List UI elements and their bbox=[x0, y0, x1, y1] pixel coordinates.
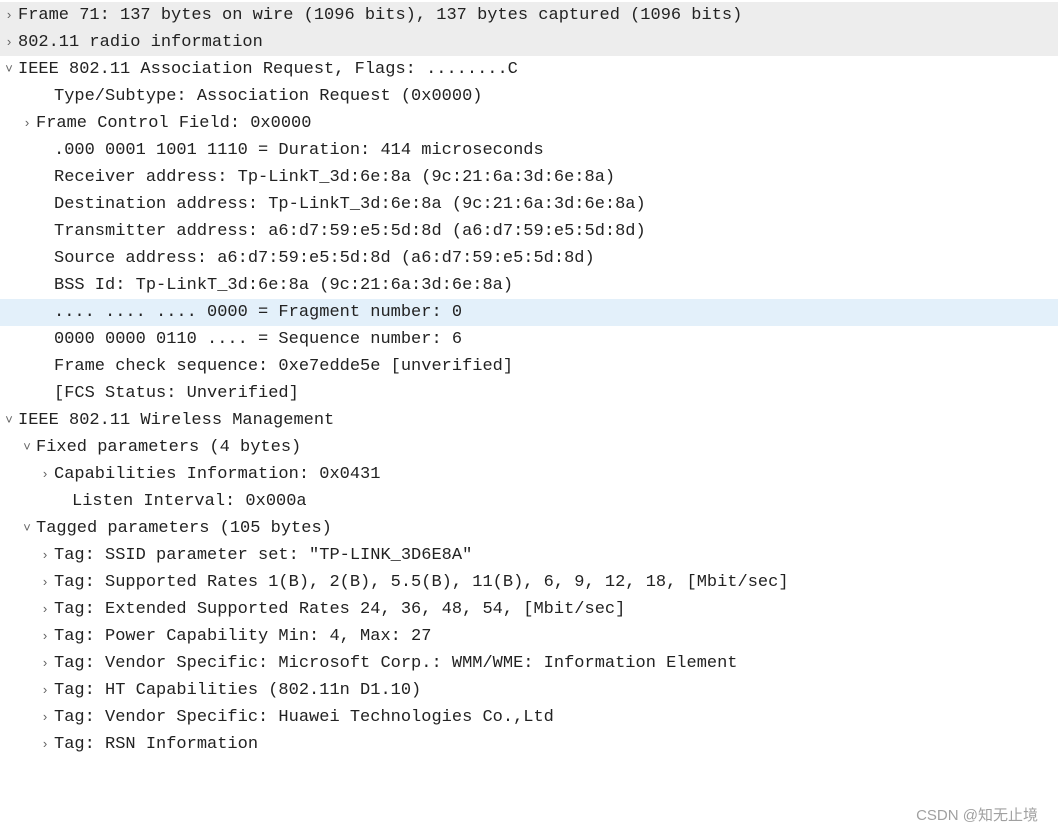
tree-row[interactable]: ˅Fixed parameters (4 bytes) bbox=[0, 434, 1058, 461]
tree-row-label: Frame check sequence: 0xe7edde5e [unveri… bbox=[54, 353, 1058, 380]
tree-row[interactable]: ›Tag: RSN Information bbox=[0, 731, 1058, 758]
collapse-icon[interactable]: ˅ bbox=[0, 407, 18, 434]
gutter-empty bbox=[54, 488, 72, 515]
tree-row-label: Tag: Vendor Specific: Microsoft Corp.: W… bbox=[54, 650, 1058, 677]
collapse-icon[interactable]: ˅ bbox=[0, 56, 18, 83]
tree-row[interactable]: ›Tag: Extended Supported Rates 24, 36, 4… bbox=[0, 596, 1058, 623]
tree-row-label: Type/Subtype: Association Request (0x000… bbox=[54, 83, 1058, 110]
tree-row[interactable]: Source address: a6:d7:59:e5:5d:8d (a6:d7… bbox=[0, 245, 1058, 272]
tree-row[interactable]: BSS Id: Tp-LinkT_3d:6e:8a (9c:21:6a:3d:6… bbox=[0, 272, 1058, 299]
tree-row[interactable]: ˅IEEE 802.11 Wireless Management bbox=[0, 407, 1058, 434]
tree-row-label: Tag: Extended Supported Rates 24, 36, 48… bbox=[54, 596, 1058, 623]
tree-row[interactable]: Listen Interval: 0x000a bbox=[0, 488, 1058, 515]
gutter-empty bbox=[36, 83, 54, 110]
tree-row-label: Fixed parameters (4 bytes) bbox=[36, 434, 1058, 461]
tree-row[interactable]: Destination address: Tp-LinkT_3d:6e:8a (… bbox=[0, 191, 1058, 218]
expand-icon[interactable]: › bbox=[18, 110, 36, 137]
gutter-empty bbox=[36, 137, 54, 164]
tree-row[interactable]: Type/Subtype: Association Request (0x000… bbox=[0, 83, 1058, 110]
tree-row-label: Listen Interval: 0x000a bbox=[72, 488, 1058, 515]
tree-row[interactable]: ›Capabilities Information: 0x0431 bbox=[0, 461, 1058, 488]
tree-row-label: Transmitter address: a6:d7:59:e5:5d:8d (… bbox=[54, 218, 1058, 245]
collapse-icon[interactable]: ˅ bbox=[18, 434, 36, 461]
tree-row[interactable]: ›Tag: SSID parameter set: "TP-LINK_3D6E8… bbox=[0, 542, 1058, 569]
tree-row-label: Tagged parameters (105 bytes) bbox=[36, 515, 1058, 542]
gutter-empty bbox=[36, 326, 54, 353]
tree-row[interactable]: ›Tag: HT Capabilities (802.11n D1.10) bbox=[0, 677, 1058, 704]
tree-row-label: Tag: Power Capability Min: 4, Max: 27 bbox=[54, 623, 1058, 650]
expand-icon[interactable]: › bbox=[36, 569, 54, 596]
tree-row-label: Tag: RSN Information bbox=[54, 731, 1058, 758]
expand-icon[interactable]: › bbox=[36, 731, 54, 758]
expand-icon[interactable]: › bbox=[36, 596, 54, 623]
expand-icon[interactable]: › bbox=[36, 623, 54, 650]
tree-row[interactable]: ›Frame Control Field: 0x0000 bbox=[0, 110, 1058, 137]
gutter-empty bbox=[36, 191, 54, 218]
tree-row-label: Tag: Supported Rates 1(B), 2(B), 5.5(B),… bbox=[54, 569, 1058, 596]
tree-row-label: Source address: a6:d7:59:e5:5d:8d (a6:d7… bbox=[54, 245, 1058, 272]
gutter-empty bbox=[36, 380, 54, 407]
tree-row-label: BSS Id: Tp-LinkT_3d:6e:8a (9c:21:6a:3d:6… bbox=[54, 272, 1058, 299]
gutter-empty bbox=[36, 245, 54, 272]
gutter-empty bbox=[36, 272, 54, 299]
tree-row-label: 802.11 radio information bbox=[18, 29, 1058, 56]
tree-row[interactable]: ˅IEEE 802.11 Association Request, Flags:… bbox=[0, 56, 1058, 83]
expand-icon[interactable]: › bbox=[36, 704, 54, 731]
tree-row[interactable]: ›802.11 radio information bbox=[0, 29, 1058, 56]
expand-icon[interactable]: › bbox=[36, 677, 54, 704]
tree-row-label: Tag: SSID parameter set: "TP-LINK_3D6E8A… bbox=[54, 542, 1058, 569]
tree-row-label: [FCS Status: Unverified] bbox=[54, 380, 1058, 407]
tree-row[interactable]: ›Frame 71: 137 bytes on wire (1096 bits)… bbox=[0, 2, 1058, 29]
expand-icon[interactable]: › bbox=[36, 650, 54, 677]
expand-icon[interactable]: › bbox=[0, 29, 18, 56]
tree-row[interactable]: 0000 0000 0110 .... = Sequence number: 6 bbox=[0, 326, 1058, 353]
tree-row-label: Receiver address: Tp-LinkT_3d:6e:8a (9c:… bbox=[54, 164, 1058, 191]
watermark: CSDN @知无止境 bbox=[916, 802, 1038, 829]
tree-row-label: 0000 0000 0110 .... = Sequence number: 6 bbox=[54, 326, 1058, 353]
tree-row[interactable]: Receiver address: Tp-LinkT_3d:6e:8a (9c:… bbox=[0, 164, 1058, 191]
packet-details-tree[interactable]: CSDN @知无止境 ›Frame 71: 137 bytes on wire … bbox=[0, 0, 1058, 837]
tree-row[interactable]: ›Tag: Vendor Specific: Microsoft Corp.: … bbox=[0, 650, 1058, 677]
gutter-empty bbox=[36, 353, 54, 380]
tree-row[interactable]: ˅Tagged parameters (105 bytes) bbox=[0, 515, 1058, 542]
tree-row[interactable]: Frame check sequence: 0xe7edde5e [unveri… bbox=[0, 353, 1058, 380]
tree-row-label: Frame Control Field: 0x0000 bbox=[36, 110, 1058, 137]
tree-row-label: Tag: HT Capabilities (802.11n D1.10) bbox=[54, 677, 1058, 704]
tree-row-label: IEEE 802.11 Wireless Management bbox=[18, 407, 1058, 434]
tree-row[interactable]: ›Tag: Vendor Specific: Huawei Technologi… bbox=[0, 704, 1058, 731]
expand-icon[interactable]: › bbox=[36, 461, 54, 488]
tree-row[interactable]: Transmitter address: a6:d7:59:e5:5d:8d (… bbox=[0, 218, 1058, 245]
tree-row[interactable]: .000 0001 1001 1110 = Duration: 414 micr… bbox=[0, 137, 1058, 164]
tree-row-label: Tag: Vendor Specific: Huawei Technologie… bbox=[54, 704, 1058, 731]
expand-icon[interactable]: › bbox=[0, 2, 18, 29]
tree-row[interactable]: [FCS Status: Unverified] bbox=[0, 380, 1058, 407]
tree-row-label: Capabilities Information: 0x0431 bbox=[54, 461, 1058, 488]
tree-row-label: Destination address: Tp-LinkT_3d:6e:8a (… bbox=[54, 191, 1058, 218]
tree-row[interactable]: .... .... .... 0000 = Fragment number: 0 bbox=[0, 299, 1058, 326]
gutter-empty bbox=[36, 218, 54, 245]
tree-row-label: Frame 71: 137 bytes on wire (1096 bits),… bbox=[18, 2, 1058, 29]
tree-row-label: .000 0001 1001 1110 = Duration: 414 micr… bbox=[54, 137, 1058, 164]
tree-row[interactable]: ›Tag: Supported Rates 1(B), 2(B), 5.5(B)… bbox=[0, 569, 1058, 596]
tree-row-label: .... .... .... 0000 = Fragment number: 0 bbox=[54, 299, 1058, 326]
collapse-icon[interactable]: ˅ bbox=[18, 515, 36, 542]
expand-icon[interactable]: › bbox=[36, 542, 54, 569]
tree-row[interactable]: ›Tag: Power Capability Min: 4, Max: 27 bbox=[0, 623, 1058, 650]
gutter-empty bbox=[36, 299, 54, 326]
gutter-empty bbox=[36, 164, 54, 191]
tree-row-label: IEEE 802.11 Association Request, Flags: … bbox=[18, 56, 1058, 83]
